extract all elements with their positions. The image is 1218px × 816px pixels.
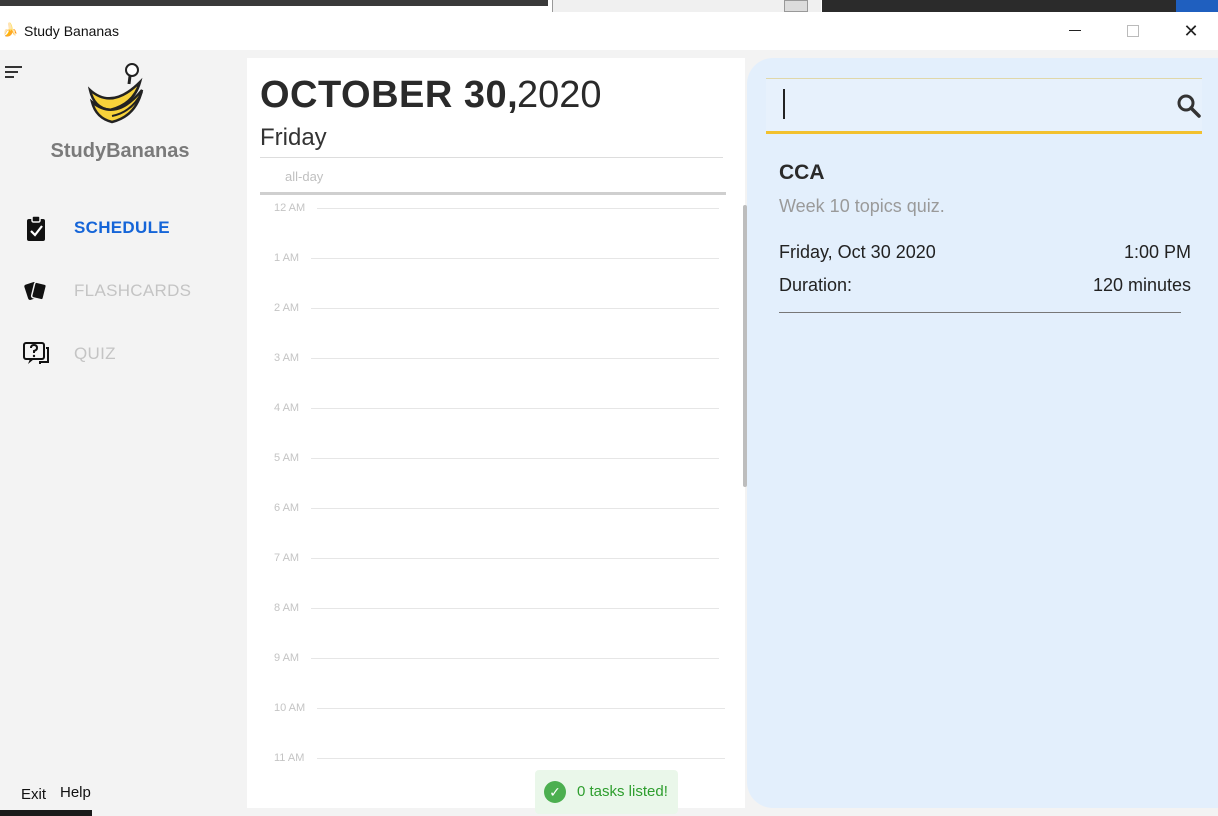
quiz-icon	[23, 342, 49, 364]
hour-slot[interactable]: 7 AM	[247, 550, 727, 600]
hour-label: 9 AM	[274, 652, 300, 664]
day-calendar: OCTOBER 30, 2020 Friday all-day 12 AM 1 …	[247, 58, 747, 814]
hour-slot[interactable]: 1 AM	[247, 250, 727, 300]
background-window	[822, 0, 1218, 12]
status-message: 0 tasks listed!	[577, 783, 668, 800]
hour-slot[interactable]: 4 AM	[247, 400, 727, 450]
hour-slot[interactable]: 5 AM	[247, 450, 727, 500]
sidebar-item-label: SCHEDULE	[74, 218, 170, 237]
hour-slot[interactable]: 10 AM	[247, 700, 727, 750]
background-windows-strip	[0, 0, 1218, 12]
close-icon: ✕	[1183, 21, 1199, 41]
hour-label: 8 AM	[274, 602, 300, 614]
hour-slot[interactable]: 6 AM	[247, 500, 727, 550]
hour-slot[interactable]: 12 AM	[247, 200, 727, 250]
banana-logo-icon	[87, 63, 144, 124]
hour-label: 12 AM	[274, 202, 306, 214]
hour-label: 1 AM	[274, 252, 300, 264]
hamburger-menu-icon[interactable]	[5, 66, 23, 81]
exit-menu[interactable]: Exit	[21, 786, 46, 803]
all-day-label: all-day	[285, 169, 324, 184]
hour-slot[interactable]: 2 AM	[247, 300, 727, 350]
sidebar: StudyBananas SCHEDULE FLASHCARDS QUIZ Ex…	[0, 50, 246, 816]
background-window-control	[784, 0, 808, 12]
cards-icon	[24, 281, 48, 301]
task-panel: CCA Week 10 topics quiz. Friday, Oct 30 …	[747, 58, 1218, 808]
banana-app-icon: 🍌	[2, 22, 19, 37]
divider	[260, 192, 726, 195]
calendar-year: 2020	[517, 74, 602, 116]
hour-slot[interactable]: 8 AM	[247, 600, 727, 650]
minimize-button[interactable]	[1052, 18, 1098, 44]
sidebar-item-label: QUIZ	[74, 344, 116, 363]
calendar-weekday: Friday	[260, 124, 327, 151]
hour-label: 7 AM	[274, 552, 300, 564]
title-bar: 🍌 Study Bananas ✕	[0, 12, 1218, 50]
background-window	[0, 0, 548, 6]
window-title: Study Bananas	[24, 23, 119, 39]
maximize-icon	[1127, 24, 1139, 37]
calendar-month-day: OCTOBER 30,	[260, 74, 519, 116]
task-date: Friday, Oct 30 2020	[779, 242, 936, 262]
search-icon[interactable]	[1176, 93, 1202, 119]
task-duration-value: 120 minutes	[1092, 275, 1191, 295]
brand-name: StudyBananas	[50, 140, 190, 162]
help-menu[interactable]: Help	[60, 784, 91, 801]
minimize-icon	[1069, 30, 1081, 32]
divider	[779, 312, 1181, 313]
hour-slot[interactable]: 9 AM	[247, 650, 727, 700]
hour-label: 2 AM	[274, 302, 300, 314]
sidebar-item-quiz[interactable]: QUIZ	[22, 334, 242, 374]
sidebar-item-label: FLASHCARDS	[74, 281, 192, 300]
hour-label: 3 AM	[274, 352, 300, 364]
hour-label: 4 AM	[274, 402, 300, 414]
task-title: CCA	[779, 161, 825, 184]
maximize-button[interactable]	[1110, 18, 1156, 44]
divider	[260, 157, 723, 158]
hour-label: 11 AM	[274, 752, 305, 764]
hour-label: 5 AM	[274, 452, 300, 464]
hour-label: 10 AM	[274, 702, 306, 714]
search-input[interactable]	[766, 78, 1202, 134]
sidebar-item-schedule[interactable]: SCHEDULE	[22, 208, 242, 248]
hour-slot[interactable]: 3 AM	[247, 350, 727, 400]
background-window	[552, 0, 821, 12]
task-time: 1:00 PM	[1123, 242, 1191, 262]
check-circle-icon: ✓	[544, 781, 566, 803]
close-button[interactable]: ✕	[1168, 18, 1214, 44]
sidebar-item-flashcards[interactable]: FLASHCARDS	[22, 271, 242, 311]
text-cursor	[783, 89, 785, 119]
hour-grid[interactable]: 12 AM 1 AM 2 AM 3 AM 4 AM 5 AM 6 AM 7 AM…	[247, 200, 727, 800]
hour-label: 6 AM	[274, 502, 300, 514]
task-duration-label: Duration:	[779, 275, 853, 295]
taskbar-fragment	[0, 810, 92, 816]
status-toast: ✓ 0 tasks listed!	[535, 770, 678, 814]
background-window	[1176, 0, 1218, 12]
task-description: Week 10 topics quiz.	[779, 196, 945, 216]
clipboard-check-icon	[27, 215, 45, 241]
